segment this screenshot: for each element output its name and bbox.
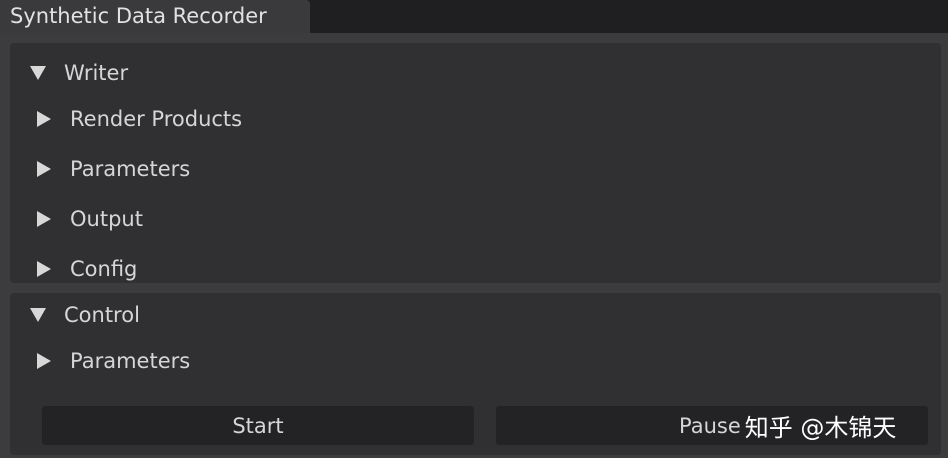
- caret-right-icon: [37, 211, 51, 227]
- caret-down-icon: [30, 308, 46, 322]
- panel-body: Writer Render Products Parameters Output…: [0, 33, 948, 458]
- control-header-label: Control: [64, 303, 140, 327]
- writer-parameters-label: Parameters: [70, 157, 191, 181]
- config-row[interactable]: Config: [37, 249, 137, 289]
- writer-frame: Writer Render Products Parameters Output…: [10, 43, 941, 283]
- caret-right-icon: [37, 261, 51, 277]
- start-button[interactable]: Start: [42, 406, 474, 445]
- window-title: Synthetic Data Recorder: [10, 4, 267, 28]
- caret-right-icon: [37, 353, 51, 369]
- window-title-tab[interactable]: Synthetic Data Recorder: [0, 0, 310, 33]
- control-parameters-label: Parameters: [70, 349, 191, 373]
- caret-right-icon: [37, 111, 51, 127]
- render-products-row[interactable]: Render Products: [37, 99, 242, 139]
- watermark-text: 知乎 @木锦天: [744, 414, 897, 442]
- control-frame: Control Parameters Start Pause 知乎 @木锦天: [10, 293, 941, 455]
- writer-header-label: Writer: [64, 61, 129, 85]
- pause-button-label: Pause: [679, 413, 741, 438]
- config-label: Config: [70, 257, 138, 281]
- render-products-label: Render Products: [70, 107, 243, 131]
- output-row[interactable]: Output: [37, 199, 143, 239]
- writer-parameters-row[interactable]: Parameters: [37, 149, 190, 189]
- start-button-label: Start: [232, 413, 284, 438]
- pause-button[interactable]: Pause 知乎 @木锦天: [496, 406, 928, 445]
- caret-down-icon: [30, 66, 46, 80]
- caret-right-icon: [37, 161, 51, 177]
- control-parameters-row[interactable]: Parameters: [37, 341, 190, 381]
- writer-header[interactable]: Writer: [30, 53, 128, 93]
- synthetic-data-recorder-window: Synthetic Data Recorder Writer Render Pr…: [0, 0, 948, 458]
- control-header[interactable]: Control: [30, 295, 140, 335]
- output-label: Output: [70, 207, 143, 231]
